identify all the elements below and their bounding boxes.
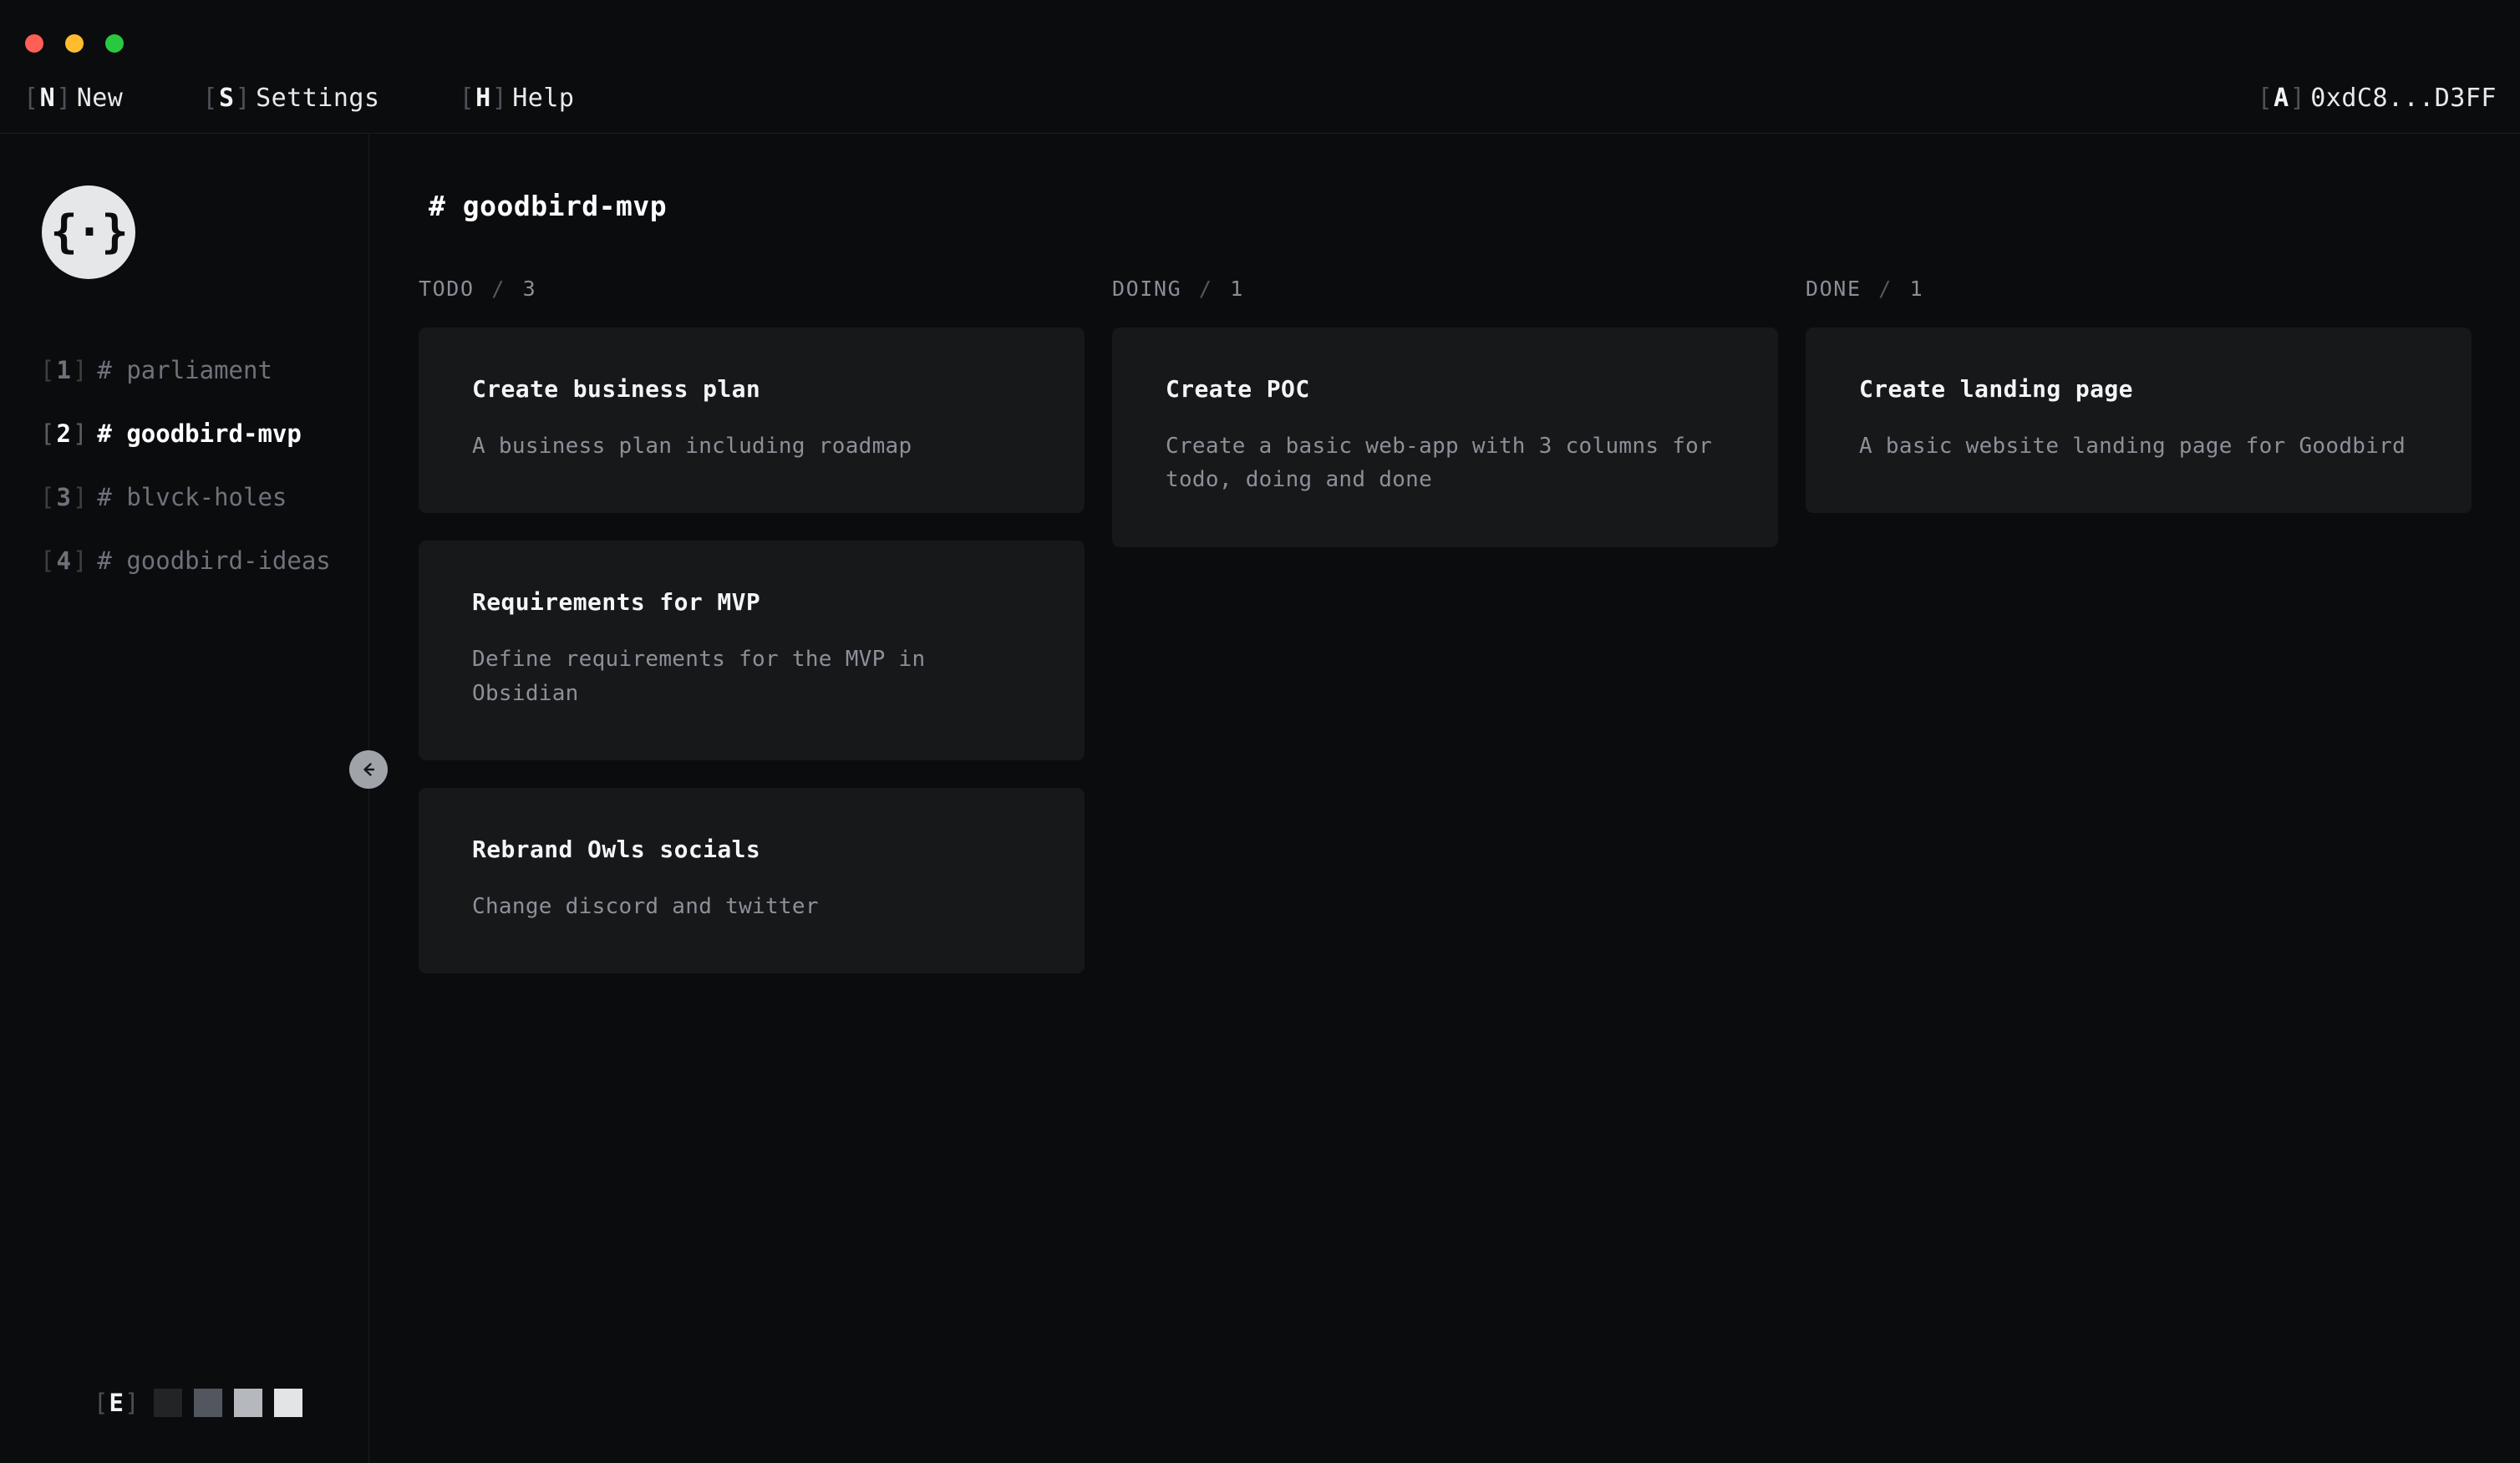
column-done: DONE / 1 Create landing page A basic web… [1806,277,2472,973]
minimize-window-button[interactable] [65,34,84,53]
wallet-address-button[interactable]: [ A ] 0xdC8...D3FF [2258,84,2497,113]
shortcut-key: E [109,1389,124,1417]
sidebar-item-parliament[interactable]: [ 1 ] # parliament [40,356,331,384]
task-description: Define requirements for the MVP in Obsid… [472,647,926,706]
menu-item-settings[interactable]: [ S ] Settings [202,84,379,113]
task-title: Create landing page [1859,375,2133,403]
collapse-sidebar-button[interactable] [349,750,388,789]
bracket-open: [ [40,419,55,448]
app-window: [ N ] New [ S ] Settings [ H ] Help [ A … [0,0,2520,1463]
task-description: A basic website landing page for Goodbir… [1859,434,2406,459]
bracket-close: ] [2289,84,2306,113]
titlebar: [ N ] New [ S ] Settings [ H ] Help [ A … [0,0,2520,134]
column-doing: DOING / 1 Create POC Create a basic web-… [1112,277,1778,973]
close-window-button[interactable] [25,34,43,53]
theme-swatch-white[interactable] [274,1389,303,1417]
kanban-columns: TODO / 3 Create business plan A business… [419,277,2472,974]
project-index: 1 [56,356,71,384]
column-count: 3 [522,277,537,301]
task-title: Create business plan [472,375,761,403]
task-card[interactable]: Requirements for MVP Define requirements… [419,541,1085,760]
column-separator: / [1198,277,1213,301]
column-header-doing: DOING / 1 [1112,277,1778,301]
column-count: 1 [1909,277,1924,301]
menu-item-new[interactable]: [ N ] New [23,84,123,113]
project-index: 3 [56,483,71,511]
task-description: Change discord and twitter [472,893,819,919]
project-name: # parliament [97,356,272,384]
card-list-todo: Create business plan A business plan inc… [419,328,1085,974]
bracket-close: ] [56,84,72,113]
column-name: TODO [419,277,475,301]
menu-item-label: New [76,84,124,113]
project-name: # goodbird-mvp [97,419,302,448]
project-name: # blvck-holes [97,483,287,511]
shortcut-key: H [475,84,491,113]
sidebar: {·} [ 1 ] # parliament [ 2 ] # goodbird-… [0,135,369,1463]
project-index: 2 [56,419,71,448]
column-header-todo: TODO / 3 [419,277,1085,301]
bracket-open: [ [94,1389,109,1417]
menu-item-help[interactable]: [ H ] Help [460,84,575,113]
bracket-open: [ [2257,84,2274,113]
column-separator: / [1878,277,1893,301]
theme-switcher: [ E ] [94,1389,303,1417]
bracket-close: ] [72,546,88,575]
window-controls [25,34,124,53]
bracket-close: ] [124,1389,140,1417]
task-description: A business plan including roadmap [472,434,912,459]
task-card[interactable]: Create business plan A business plan inc… [419,328,1085,514]
task-title: Rebrand Owls socials [472,835,761,863]
task-description: Create a basic web-app with 3 columns fo… [1166,434,1713,493]
theme-swatch-gray[interactable] [194,1389,223,1417]
bracket-close: ] [491,84,508,113]
column-separator: / [491,277,506,301]
bracket-open: [ [40,546,55,575]
bracket-open: [ [459,84,475,113]
arrow-left-icon [363,763,375,776]
bracket-open: [ [40,483,55,511]
menu-item-label: Settings [256,84,380,113]
menubar: [ N ] New [ S ] Settings [ H ] Help [23,84,575,113]
menu-item-label: Help [512,84,575,113]
task-title: Requirements for MVP [472,588,761,617]
column-name: DONE [1806,277,1862,301]
theme-shortcut: [ E ] [94,1389,139,1417]
sidebar-item-goodbird-ideas[interactable]: [ 4 ] # goodbird-ideas [40,546,331,575]
sidebar-item-blvck-holes[interactable]: [ 3 ] # blvck-holes [40,483,331,511]
shortcut-key: S [218,84,235,113]
bracket-close: ] [72,483,88,511]
column-todo: TODO / 3 Create business plan A business… [419,277,1085,974]
column-header-done: DONE / 1 [1806,277,2472,301]
task-card[interactable]: Create landing page A basic website land… [1806,328,2472,514]
wallet-address-label: 0xdC8...D3FF [2310,84,2497,113]
maximize-window-button[interactable] [105,34,124,53]
bracket-close: ] [235,84,251,113]
card-list-doing: Create POC Create a basic web-app with 3… [1112,328,1778,547]
sidebar-item-goodbird-mvp[interactable]: [ 2 ] # goodbird-mvp [40,419,331,448]
page-title: # goodbird-mvp [429,190,668,222]
task-card[interactable]: Rebrand Owls socials Change discord and … [419,787,1085,974]
bracket-close: ] [72,419,88,448]
bracket-close: ] [72,356,88,384]
app-logo-icon[interactable]: {·} [42,185,135,279]
board-area: # goodbird-mvp TODO / 3 Create business … [370,135,2520,1463]
bracket-open: [ [23,84,39,113]
shortcut-key: A [2274,84,2289,113]
theme-swatch-light-gray[interactable] [234,1389,263,1417]
project-name: # goodbird-ideas [97,546,331,575]
column-name: DOING [1112,277,1182,301]
shortcut-key: N [39,84,56,113]
column-count: 1 [1230,277,1244,301]
project-index: 4 [56,546,71,575]
theme-swatch-dark[interactable] [154,1389,183,1417]
task-card[interactable]: Create POC Create a basic web-app with 3… [1112,328,1778,547]
project-list: [ 1 ] # parliament [ 2 ] # goodbird-mvp … [40,356,331,575]
task-title: Create POC [1166,375,1310,403]
bracket-open: [ [40,356,55,384]
bracket-open: [ [202,84,218,113]
card-list-done: Create landing page A basic website land… [1806,328,2472,514]
